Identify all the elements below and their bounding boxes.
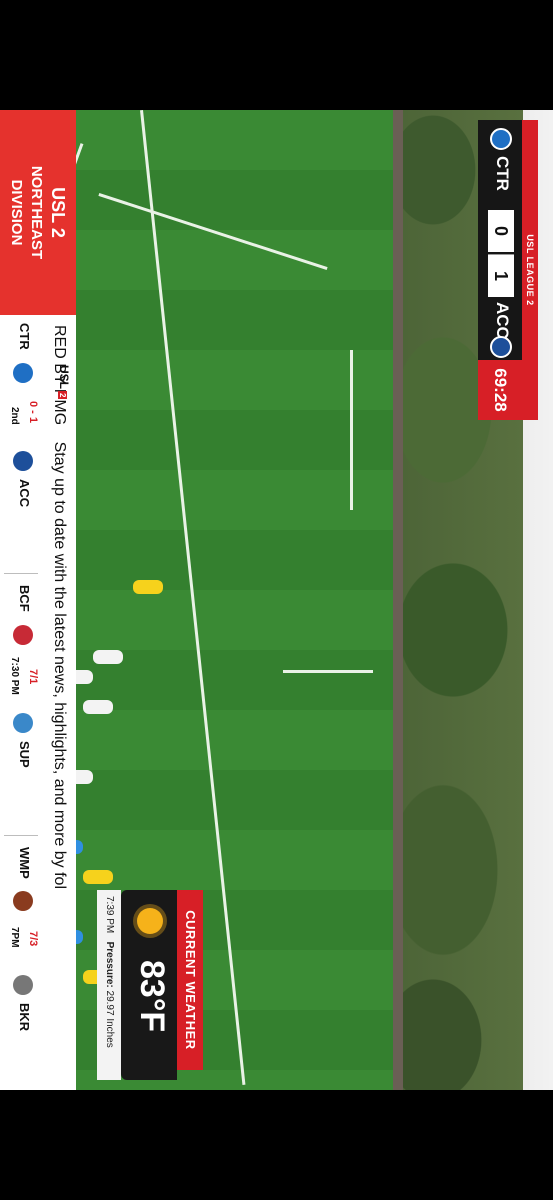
divider [4, 835, 38, 836]
division-line-2: NORTHEAST [28, 165, 45, 260]
divider [4, 573, 38, 574]
game-status: 7:30 PM [9, 657, 20, 695]
game-status: 2nd [9, 407, 20, 425]
game-home-team: CTR [17, 323, 32, 350]
game-away-team: BKR [17, 1003, 32, 1032]
team-crest-icon [13, 451, 33, 471]
news-crawl: RED BY PMG Stay up to date with the late… [42, 325, 76, 1090]
division-line-1: USL 2 [48, 187, 68, 238]
game-result: 0 - 1 [27, 401, 39, 424]
team-crest-icon [13, 625, 33, 645]
video-player[interactable]: USL LEAGUE 2 CTR 0 1 ACC 69:28 CURRENT W… [0, 110, 553, 1090]
bottom-ticker: USL 2 NORTHEAST DIVISION RED BY PMG Stay… [0, 110, 76, 1090]
weather-body: 83°F [121, 890, 177, 1080]
team-crest-icon [13, 713, 33, 733]
game-result: 7/1 [27, 669, 39, 685]
match-clock: 69:28 [478, 360, 522, 420]
game-item: WMP 7/3 7PM BKR [0, 847, 42, 1087]
away-score: 1 [488, 254, 514, 297]
weather-time: 7:39 PM [104, 896, 115, 934]
league-name: USL LEAGUE 2 [522, 120, 538, 420]
weather-header: CURRENT WEATHER [177, 890, 203, 1070]
game-item: CTR 0 - 1 2nd ACC [0, 323, 42, 563]
away-crest-icon [490, 336, 512, 358]
usl-logo-badge: 2 [58, 391, 67, 400]
game-home-team: WMP [17, 847, 32, 879]
game-result: 7/3 [27, 931, 39, 947]
game-home-team: BCF [17, 585, 32, 612]
home-team: CTR [493, 156, 512, 191]
scorebug: USL LEAGUE 2 CTR 0 1 ACC 69:28 [464, 120, 538, 420]
usl-logo-text: USL [57, 365, 71, 389]
broadcast-frame: USL LEAGUE 2 CTR 0 1 ACC 69:28 CURRENT W… [0, 110, 553, 1090]
temperature: 83°F [133, 960, 171, 1033]
pressure-value: 29.97 Inches [104, 990, 115, 1048]
weather-details: 7:39 PM Pressure: 29.97 Inches [97, 890, 121, 1080]
team-crest-icon [13, 363, 33, 383]
score-panel: CTR 0 1 ACC 69:28 [478, 120, 522, 420]
game-status: 7PM [9, 927, 20, 948]
team-crest-icon [13, 891, 33, 911]
pressure-label: Pressure: [104, 941, 115, 988]
game-away-team: SUP [17, 741, 32, 768]
game-item: BCF 7/1 7:30 PM SUP [0, 585, 42, 825]
sun-icon [137, 908, 163, 934]
team-crest-icon [13, 975, 33, 995]
game-scores: CTR 0 - 1 2nd ACC BCF 7/1 7:30 PM SUP WM… [0, 315, 42, 1090]
news-text: Stay up to date with the latest news, hi… [51, 441, 68, 889]
division-line-3: DIVISION [8, 179, 25, 246]
away-team: ACC [493, 302, 512, 339]
home-score: 0 [488, 210, 514, 252]
home-crest-icon [490, 128, 512, 150]
weather-widget: CURRENT WEATHER 83°F 7:39 PM Pressure: 2… [93, 890, 203, 1090]
usl-logo: USL 2 [57, 365, 71, 400]
game-away-team: ACC [17, 479, 32, 508]
division-label: USL 2 NORTHEAST DIVISION [0, 110, 76, 315]
broadcast-overlay: USL LEAGUE 2 CTR 0 1 ACC 69:28 CURRENT W… [0, 110, 553, 1090]
